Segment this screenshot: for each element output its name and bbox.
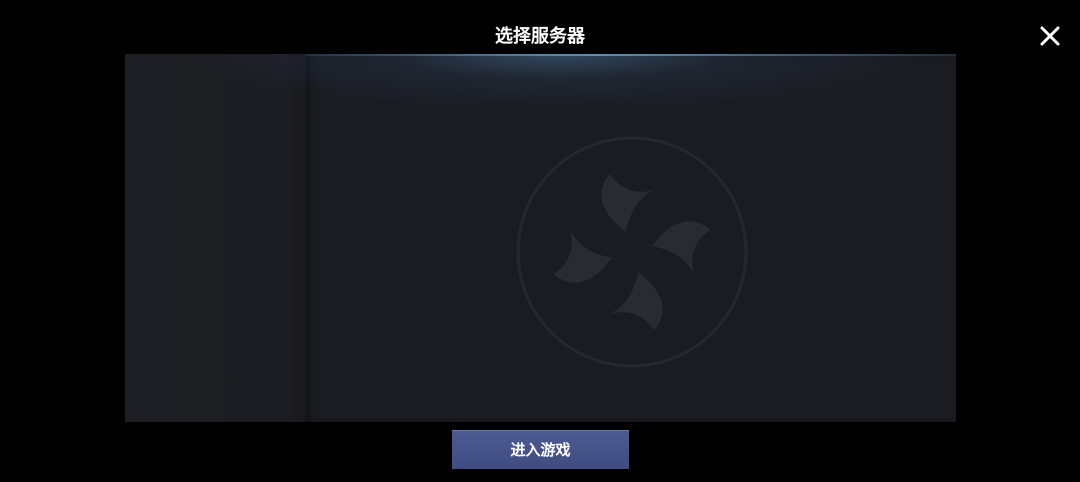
panel-top-line <box>306 54 956 56</box>
server-panel <box>125 54 956 422</box>
server-region-list[interactable] <box>125 54 306 422</box>
close-button[interactable] <box>1034 20 1066 52</box>
enter-game-button[interactable]: 进入游戏 <box>452 430 629 469</box>
dialog-title: 选择服务器 <box>495 26 585 47</box>
server-select-screen: 选择服务器 进入游戏 <box>0 0 1080 482</box>
close-icon <box>1034 20 1066 52</box>
game-logo-emblem-icon <box>514 134 750 370</box>
